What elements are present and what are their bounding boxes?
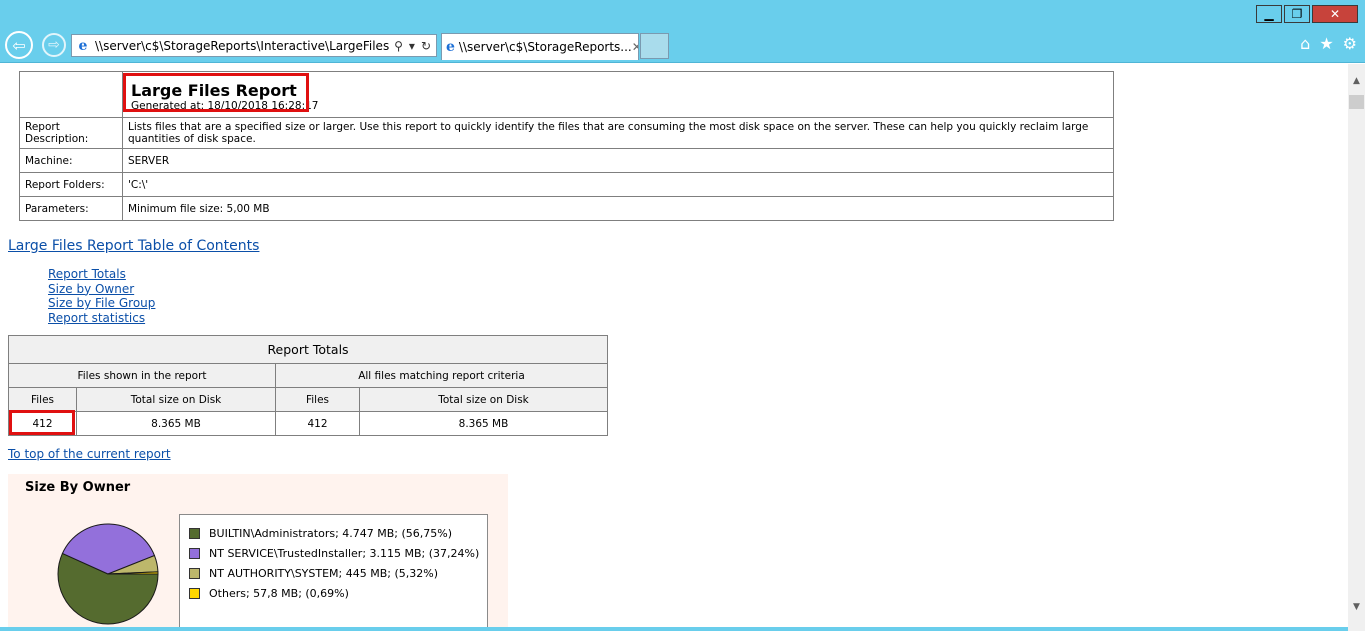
col-files-shown: Files — [8, 387, 77, 412]
legend-swatch — [189, 587, 200, 599]
legend-label: NT AUTHORITY\SYSTEM; 445 MB; (5,32%) — [209, 566, 439, 580]
legend-item: Others; 57,8 MB; (0,69%) — [180, 583, 487, 603]
col-size-shown: Total size on Disk — [76, 387, 276, 412]
close-button[interactable]: ✕ — [1312, 5, 1358, 23]
parameters-label: Parameters: — [19, 196, 123, 221]
size-by-owner-title: Size By Owner — [25, 480, 131, 495]
totals-group-all: All files matching report criteria — [275, 363, 608, 388]
description-label: Report Description: — [19, 117, 123, 149]
all-size-value: 8.365 MB — [359, 411, 608, 436]
back-arrow-icon: ⇦ — [12, 35, 26, 55]
report-totals-table: Report Totals Files shown in the report … — [8, 335, 608, 436]
legend-swatch — [189, 567, 200, 579]
dropdown-icon[interactable]: ▾ — [409, 39, 415, 53]
shown-size-value: 8.365 MB — [76, 411, 276, 436]
scroll-thumb[interactable] — [1349, 95, 1364, 109]
toc-link-size-by-file-group[interactable]: Size by File Group — [48, 296, 155, 311]
page-content: Large Files Report Generated at: 18/10/2… — [0, 64, 1348, 631]
new-tab-button[interactable] — [640, 33, 669, 59]
ie-tab-icon: e — [446, 39, 455, 55]
machine-value: SERVER — [122, 148, 1114, 173]
forward-button[interactable]: ⇨ — [42, 33, 66, 57]
folders-value: 'C:\' — [122, 172, 1114, 197]
folders-label: Report Folders: — [19, 172, 123, 197]
back-button[interactable]: ⇦ — [5, 31, 33, 59]
window-controls: ▁ ❐ ✕ — [1254, 5, 1358, 23]
toc-link-report-statistics[interactable]: Report statistics — [48, 311, 155, 326]
machine-label: Machine: — [19, 148, 123, 173]
tab-close-icon[interactable]: ✕ — [632, 40, 638, 54]
totals-group-shown: Files shown in the report — [8, 363, 276, 388]
home-icon[interactable]: ⌂ — [1300, 34, 1310, 53]
vertical-scrollbar[interactable]: ▲ ▼ — [1348, 64, 1365, 631]
legend-label: Others; 57,8 MB; (0,69%) — [209, 586, 349, 600]
col-size-all: Total size on Disk — [359, 387, 608, 412]
toc-title-link[interactable]: Large Files Report Table of Contents — [8, 238, 259, 254]
totals-title: Report Totals — [8, 335, 608, 364]
legend-item: BUILTIN\Administrators; 4.747 MB; (56,75… — [180, 523, 487, 543]
parameters-value: Minimum file size: 5,00 MB — [122, 196, 1114, 221]
refresh-icon[interactable]: ↻ — [421, 39, 431, 53]
legend-label: NT SERVICE\TrustedInstaller; 3.115 MB; (… — [209, 546, 480, 560]
to-top-link[interactable]: To top of the current report — [8, 447, 171, 461]
browser-chrome: ▁ ❐ ✕ ⇦ ⇨ e \\server\c$\StorageReports\I… — [0, 0, 1365, 63]
col-files-all: Files — [275, 387, 360, 412]
address-text[interactable]: \\server\c$\StorageReports\Interactive\L… — [95, 39, 389, 53]
toc-link-report-totals[interactable]: Report Totals — [48, 267, 155, 282]
status-bar — [0, 627, 1348, 631]
files-highlight-box — [9, 410, 75, 435]
legend-swatch — [189, 547, 200, 559]
size-by-owner-panel: Size By Owner BUILTIN\Administrators; 4.… — [8, 474, 508, 631]
address-bar[interactable]: e \\server\c$\StorageReports\Interactive… — [71, 34, 437, 57]
forward-arrow-icon: ⇨ — [48, 37, 60, 53]
legend-label: BUILTIN\Administrators; 4.747 MB; (56,75… — [209, 526, 453, 540]
scroll-up-icon[interactable]: ▲ — [1348, 72, 1365, 89]
settings-gear-icon[interactable]: ⚙ — [1343, 34, 1357, 53]
minimize-button[interactable]: ▁ — [1256, 5, 1282, 23]
restore-button[interactable]: ❐ — [1284, 5, 1310, 23]
header-blank-cell — [19, 71, 123, 118]
all-files-value: 412 — [275, 411, 360, 436]
description-value: Lists files that are a specified size or… — [122, 117, 1114, 149]
favorites-star-icon[interactable]: ★ — [1319, 34, 1333, 53]
toc-link-size-by-owner[interactable]: Size by Owner — [48, 282, 155, 297]
tab-active[interactable]: e \\server\c$\StorageReports... ✕ — [441, 33, 639, 60]
tab-title: \\server\c$\StorageReports... — [458, 40, 632, 54]
search-icon[interactable]: ⚲ — [394, 39, 403, 53]
ie-page-icon: e — [78, 37, 88, 54]
toc-links: Report Totals Size by Owner Size by File… — [48, 267, 155, 325]
owner-legend: BUILTIN\Administrators; 4.747 MB; (56,75… — [179, 514, 488, 631]
title-highlight-box — [123, 73, 309, 112]
legend-swatch — [189, 527, 200, 539]
scroll-down-icon[interactable]: ▼ — [1348, 598, 1365, 615]
legend-item: NT AUTHORITY\SYSTEM; 445 MB; (5,32%) — [180, 563, 487, 583]
owner-pie-chart — [57, 523, 159, 625]
legend-item: NT SERVICE\TrustedInstaller; 3.115 MB; (… — [180, 543, 487, 563]
